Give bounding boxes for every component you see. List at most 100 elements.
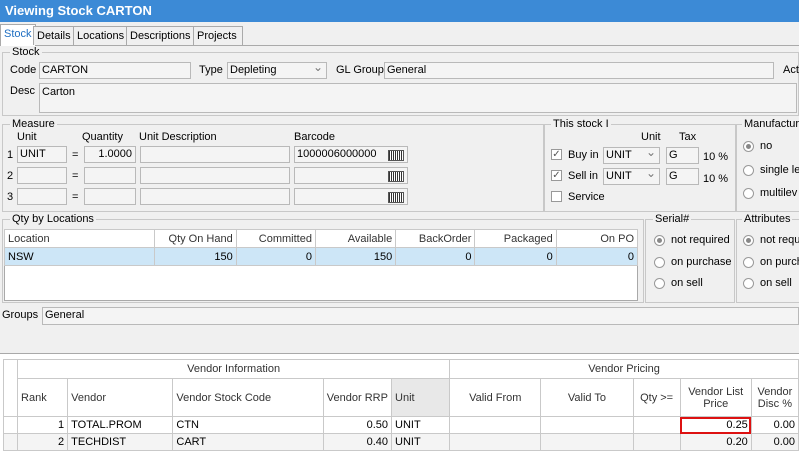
cell-packaged[interactable]: 0 — [474, 247, 557, 266]
buy-in-checkbox[interactable]: ✓ — [551, 149, 562, 160]
column-header-qty-on-hand[interactable]: Qty On Hand — [154, 229, 237, 248]
column-header-on-po[interactable]: On PO — [555, 229, 639, 248]
barcode-icon[interactable] — [388, 150, 404, 161]
sell-unit-select[interactable]: UNIT — [603, 168, 660, 185]
cell-location[interactable]: NSW — [3, 247, 156, 266]
cell-vendor-rrp[interactable]: 0.50 — [322, 416, 393, 434]
cell-vendor[interactable]: TOTAL.PROM — [67, 416, 174, 434]
manufactured-single-radio[interactable] — [743, 165, 754, 176]
cell-vendor-list-price[interactable]: 0.20 — [679, 433, 752, 451]
column-header-rank[interactable]: Rank — [17, 378, 69, 417]
column-header-qty-gte[interactable]: Qty >= — [632, 378, 681, 417]
cell-rank[interactable]: 1 — [17, 416, 69, 434]
cell-available[interactable]: 150 — [314, 247, 397, 266]
cell-unit[interactable]: UNIT — [391, 416, 451, 434]
table-row[interactable]: 1 TOTAL.PROM CTN 0.50 UNIT 0.25 0.00 — [2, 416, 799, 434]
service-checkbox[interactable] — [551, 191, 562, 202]
row-indicator-header — [2, 359, 19, 379]
measure-barcode-field[interactable] — [294, 167, 408, 184]
serial-on-sell-radio[interactable] — [654, 278, 665, 289]
column-header-committed[interactable]: Committed — [235, 229, 316, 248]
column-header-vendor-rrp[interactable]: Vendor RRP — [322, 378, 393, 417]
cell-vendor-rrp[interactable]: 0.40 — [322, 433, 393, 451]
cell-on-po[interactable]: 0 — [555, 247, 639, 266]
tab-locations[interactable]: Locations — [73, 26, 131, 45]
measure-qty-field[interactable] — [84, 167, 136, 184]
cell-vendor-disc[interactable]: 0.00 — [750, 416, 799, 434]
groups-field[interactable]: General — [42, 307, 799, 325]
buy-tax-percent: 10 % — [703, 151, 729, 163]
equals-sign: = — [72, 191, 79, 203]
cell-valid-from[interactable] — [449, 433, 542, 451]
column-header-valid-to[interactable]: Valid To — [540, 378, 634, 417]
measure-desc-field[interactable] — [140, 167, 290, 184]
barcode-icon[interactable] — [388, 192, 404, 203]
column-header-vendor-list-price[interactable]: Vendor List Price — [679, 378, 752, 417]
attributes-on-sell-radio[interactable] — [743, 278, 754, 289]
stock-section-label: Stock — [10, 46, 42, 58]
cell-vendor-disc[interactable]: 0.00 — [750, 433, 799, 451]
attributes-on-purchase-radio[interactable] — [743, 257, 754, 268]
column-header-vendor[interactable]: Vendor — [67, 378, 174, 417]
gl-group-field[interactable]: General — [384, 62, 774, 79]
measure-barcode-field[interactable] — [294, 188, 408, 205]
cell-vendor[interactable]: TECHDIST — [67, 433, 174, 451]
buy-unit-select[interactable]: UNIT — [603, 147, 660, 164]
barcode-value: 1000006000000 — [297, 148, 377, 160]
column-header-packaged[interactable]: Packaged — [474, 229, 557, 248]
sell-in-checkbox[interactable]: ✓ — [551, 170, 562, 181]
equals-sign: = — [72, 149, 79, 161]
table-row[interactable]: NSW 150 0 150 0 0 0 — [3, 247, 639, 266]
code-field[interactable]: CARTON — [39, 62, 191, 79]
table-row[interactable]: 2 TECHDIST CART 0.40 UNIT 0.20 0.00 — [2, 433, 799, 451]
tab-details[interactable]: Details — [33, 26, 76, 45]
measure-desc-field[interactable] — [140, 146, 290, 163]
cell-valid-from[interactable] — [449, 416, 542, 434]
measure-unit-field[interactable] — [17, 188, 67, 205]
column-header-valid-from[interactable]: Valid From — [449, 378, 542, 417]
cell-vendor-stock-code[interactable]: CTN — [172, 416, 324, 434]
cell-valid-to[interactable] — [540, 416, 634, 434]
measure-unit-field[interactable]: UNIT — [17, 146, 67, 163]
cell-qty-gte[interactable] — [632, 416, 681, 434]
tab-projects[interactable]: Projects — [193, 26, 243, 45]
measure-desc-field[interactable] — [140, 188, 290, 205]
desc-label: Desc — [10, 85, 36, 97]
column-header-vendor-stock-code[interactable]: Vendor Stock Code — [172, 378, 324, 417]
attributes-not-required-radio[interactable] — [743, 235, 754, 246]
column-header-available[interactable]: Available — [314, 229, 397, 248]
cell-vendor-list-price[interactable]: 0.25 — [679, 416, 752, 434]
serial-not-required-radio[interactable] — [654, 235, 665, 246]
tab-descriptions[interactable]: Descriptions — [126, 26, 197, 45]
column-header-unit[interactable]: Unit — [391, 378, 451, 417]
vendor-grid: Vendor Information Vendor Pricing Rank V… — [2, 359, 799, 451]
desc-field[interactable]: Carton — [39, 83, 797, 113]
column-header-backorder[interactable]: BackOrder — [395, 229, 476, 248]
cell-rank[interactable]: 2 — [17, 433, 69, 451]
type-select[interactable]: Depleting — [227, 62, 327, 79]
this-stock-unit-header: Unit — [641, 131, 661, 143]
cell-unit[interactable]: UNIT — [391, 433, 451, 451]
manufactured-no-radio[interactable] — [743, 141, 754, 152]
cell-backorder[interactable]: 0 — [395, 247, 476, 266]
column-header-vendor-disc[interactable]: Vendor Disc % — [750, 378, 799, 417]
measure-barcode-header: Barcode — [294, 131, 335, 143]
buy-tax-field[interactable]: G — [666, 147, 699, 164]
barcode-icon[interactable] — [388, 171, 404, 182]
manufactured-multi-radio[interactable] — [743, 188, 754, 199]
cell-committed[interactable]: 0 — [235, 247, 316, 266]
cell-qty-on-hand[interactable]: 150 — [154, 247, 237, 266]
measure-barcode-field[interactable]: 1000006000000 — [294, 146, 408, 163]
cell-valid-to[interactable] — [540, 433, 634, 451]
measure-qty-field[interactable] — [84, 188, 136, 205]
serial-on-purchase-radio[interactable] — [654, 257, 665, 268]
column-header-location[interactable]: Location — [3, 229, 156, 248]
tab-stock[interactable]: Stock — [0, 24, 36, 46]
cell-vendor-stock-code[interactable]: CART — [172, 433, 324, 451]
sell-tax-field[interactable]: G — [666, 168, 699, 185]
cell-qty-gte[interactable] — [632, 433, 681, 451]
measure-qty-field[interactable]: 1.0000 — [84, 146, 136, 163]
service-label: Service — [568, 191, 605, 203]
qty-locations-section-label: Qty by Locations — [10, 213, 96, 225]
measure-unit-field[interactable] — [17, 167, 67, 184]
